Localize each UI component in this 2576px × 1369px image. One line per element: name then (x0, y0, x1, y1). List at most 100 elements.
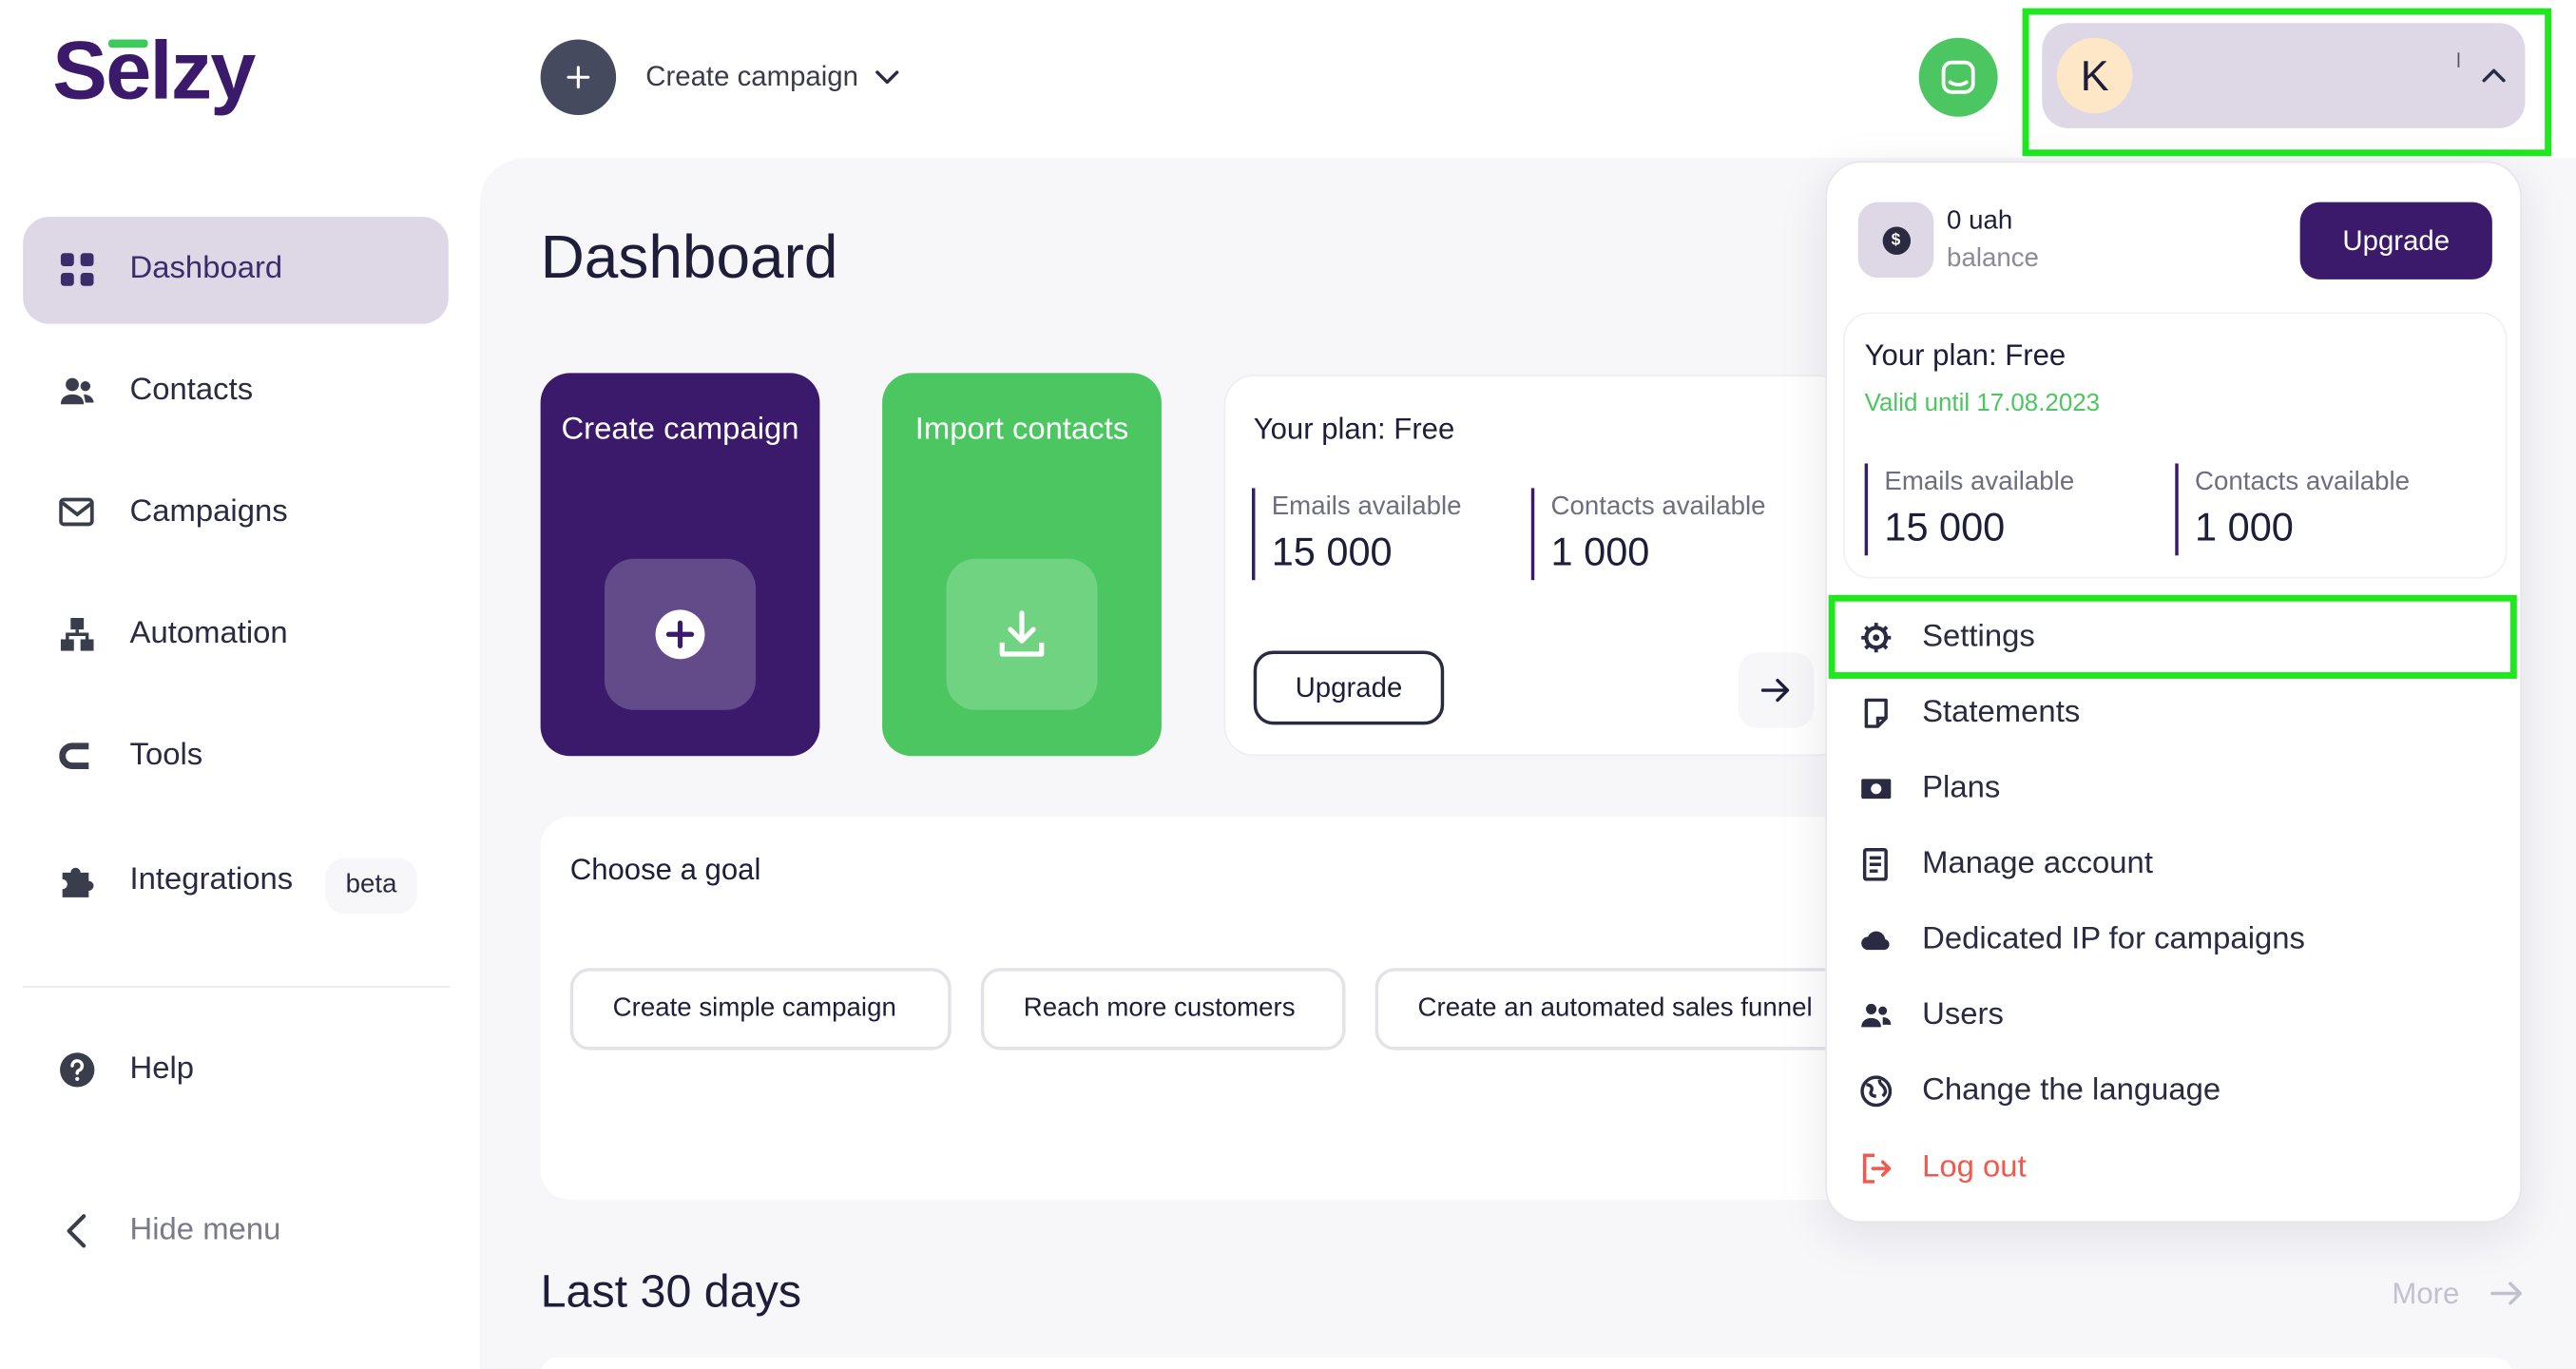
stat-divider (2175, 463, 2179, 556)
emails-available-value: 15 000 (1884, 506, 2006, 551)
sidebar-item-label: Tools (129, 738, 203, 773)
banknote-icon (1859, 772, 1893, 805)
page-title: Dashboard (540, 223, 838, 291)
emails-available-label: Emails available (1884, 468, 2075, 497)
account-dropdown: $ 0 uah balance Upgrade Your plan: Free … (1825, 161, 2524, 1224)
tile-icon-box (605, 558, 757, 710)
dropdown-upgrade-button[interactable]: Upgrade (2299, 202, 2492, 280)
chevron-down-icon[interactable] (873, 63, 902, 92)
plan-title: Your plan: Free (1864, 338, 2067, 372)
sidebar-item-label: Integrations (129, 862, 294, 897)
more-link[interactable]: More (2392, 1277, 2459, 1311)
plan-title: Your plan: Free (1253, 412, 1455, 446)
cloud-icon (1859, 924, 1893, 957)
stat-divider (1864, 463, 1869, 556)
contacts-available-value: 1 000 (2195, 506, 2294, 551)
arrow-right-icon[interactable] (2489, 1277, 2525, 1310)
menu-item-log-out[interactable]: Log out (1827, 1130, 2524, 1206)
goal-button-sales-funnel[interactable]: Create an automated sales funnel (1375, 968, 1901, 1051)
tile-label: Create campaign (561, 412, 799, 448)
users-icon (1859, 999, 1893, 1032)
plan-details-button[interactable] (1738, 652, 1815, 728)
sidebar-item-tools[interactable]: Tools (23, 704, 449, 810)
menu-item-dedicated-ip[interactable]: Dedicated IP for campaigns (1827, 902, 2524, 978)
goal-title: Choose a goal (569, 853, 761, 886)
stat-divider (1251, 488, 1256, 581)
stats-card (540, 1357, 2512, 1369)
sidebar-item-dashboard[interactable]: Dashboard (23, 217, 449, 324)
create-campaign-dropdown[interactable]: Create campaign (645, 61, 858, 94)
logout-icon (1859, 1152, 1893, 1186)
chat-icon (1941, 60, 1975, 94)
sidebar-item-label: Campaigns (129, 494, 288, 530)
plus-icon (567, 66, 590, 89)
sidebar-item-label: Contacts (129, 373, 254, 408)
envelope-icon (59, 494, 95, 530)
arrow-right-icon (1760, 678, 1790, 703)
hide-menu-label: Hide menu (129, 1212, 281, 1248)
contacts-available-label: Contacts available (1550, 492, 1766, 521)
balance-value: 0 uah (1947, 206, 2013, 236)
menu-item-label: Dedicated IP for campaigns (1922, 921, 2305, 957)
menu-item-manage-account[interactable]: Manage account (1827, 827, 2524, 903)
download-icon (999, 610, 1045, 657)
help-icon (59, 1051, 95, 1088)
tile-label: Import contacts (914, 412, 1129, 448)
balance-icon-box: $ (1857, 202, 1934, 279)
menu-item-label: Statements (1922, 695, 2081, 730)
sidebar-item-campaigns[interactable]: Campaigns (23, 460, 449, 567)
sidebar-item-automation[interactable]: Automation (23, 582, 449, 688)
grid-icon (59, 251, 95, 287)
menu-item-label: Manage account (1922, 846, 2153, 881)
menu-item-label: Log out (1922, 1150, 2027, 1186)
sidebar-item-label: Automation (129, 616, 288, 651)
chat-button[interactable] (1918, 37, 1998, 117)
beta-badge: beta (325, 858, 417, 915)
emails-available-label: Emails available (1271, 492, 1462, 521)
app-window: Selzy Create campaign K Dashboard Contac… (0, 0, 2576, 1369)
sidebar-item-integrations[interactable]: Integrations beta (23, 828, 449, 935)
plus-circle-icon (655, 609, 705, 660)
contacts-available-label: Contacts available (2195, 468, 2411, 497)
goal-button-reach-customers[interactable]: Reach more customers (980, 968, 1346, 1051)
people-icon (59, 373, 95, 409)
menu-item-plans[interactable]: Plans (1827, 751, 2524, 827)
coin-icon: $ (1881, 225, 1911, 255)
plan-card: Your plan: Free Emails available 15 000 … (1223, 375, 1849, 757)
menu-item-label: Users (1922, 997, 2004, 1032)
hide-menu-button[interactable]: Hide menu (23, 1178, 449, 1284)
menu-item-change-language[interactable]: Change the language (1827, 1053, 2524, 1129)
selzy-logo[interactable]: Selzy (52, 23, 256, 118)
sidebar-item-help[interactable]: Help (23, 1017, 449, 1124)
contacts-available-value: 1 000 (1550, 530, 1650, 576)
menu-item-label: Change the language (1922, 1072, 2221, 1109)
menu-item-users[interactable]: Users (1827, 978, 2524, 1054)
create-campaign-tile[interactable]: Create campaign (540, 373, 820, 757)
last-30-days-title: Last 30 days (540, 1265, 802, 1317)
flow-icon (59, 616, 95, 652)
settings-highlight-box (1828, 594, 2517, 679)
logo-accent-bar (108, 39, 148, 48)
sidebar-item-label: Dashboard (129, 251, 283, 286)
balance-label: balance (1947, 244, 2039, 273)
stat-divider (1530, 488, 1535, 581)
emails-available-value: 15 000 (1271, 530, 1393, 576)
goal-button-simple-campaign[interactable]: Create simple campaign (569, 968, 952, 1051)
account-highlight-box (2022, 8, 2552, 157)
tools-icon (59, 738, 95, 774)
puzzle-icon (59, 863, 95, 899)
tile-icon-box (946, 558, 1098, 710)
ledger-icon (1859, 848, 1893, 881)
menu-item-statements[interactable]: Statements (1827, 675, 2524, 751)
sidebar-item-label: Help (129, 1051, 195, 1087)
document-icon (1859, 697, 1893, 730)
globe-icon (1859, 1075, 1893, 1109)
create-campaign-plus-button[interactable] (540, 39, 617, 116)
chevron-left-icon (59, 1213, 95, 1249)
dropdown-plan-box: Your plan: Free Valid until 17.08.2023 E… (1843, 312, 2508, 579)
import-contacts-tile[interactable]: Import contacts (882, 373, 1162, 757)
upgrade-button[interactable]: Upgrade (1253, 650, 1445, 725)
menu-item-label: Plans (1922, 770, 2001, 806)
goal-card: Choose a goal Create simple campaign Rea… (540, 817, 1901, 1200)
sidebar-item-contacts[interactable]: Contacts (23, 338, 449, 445)
